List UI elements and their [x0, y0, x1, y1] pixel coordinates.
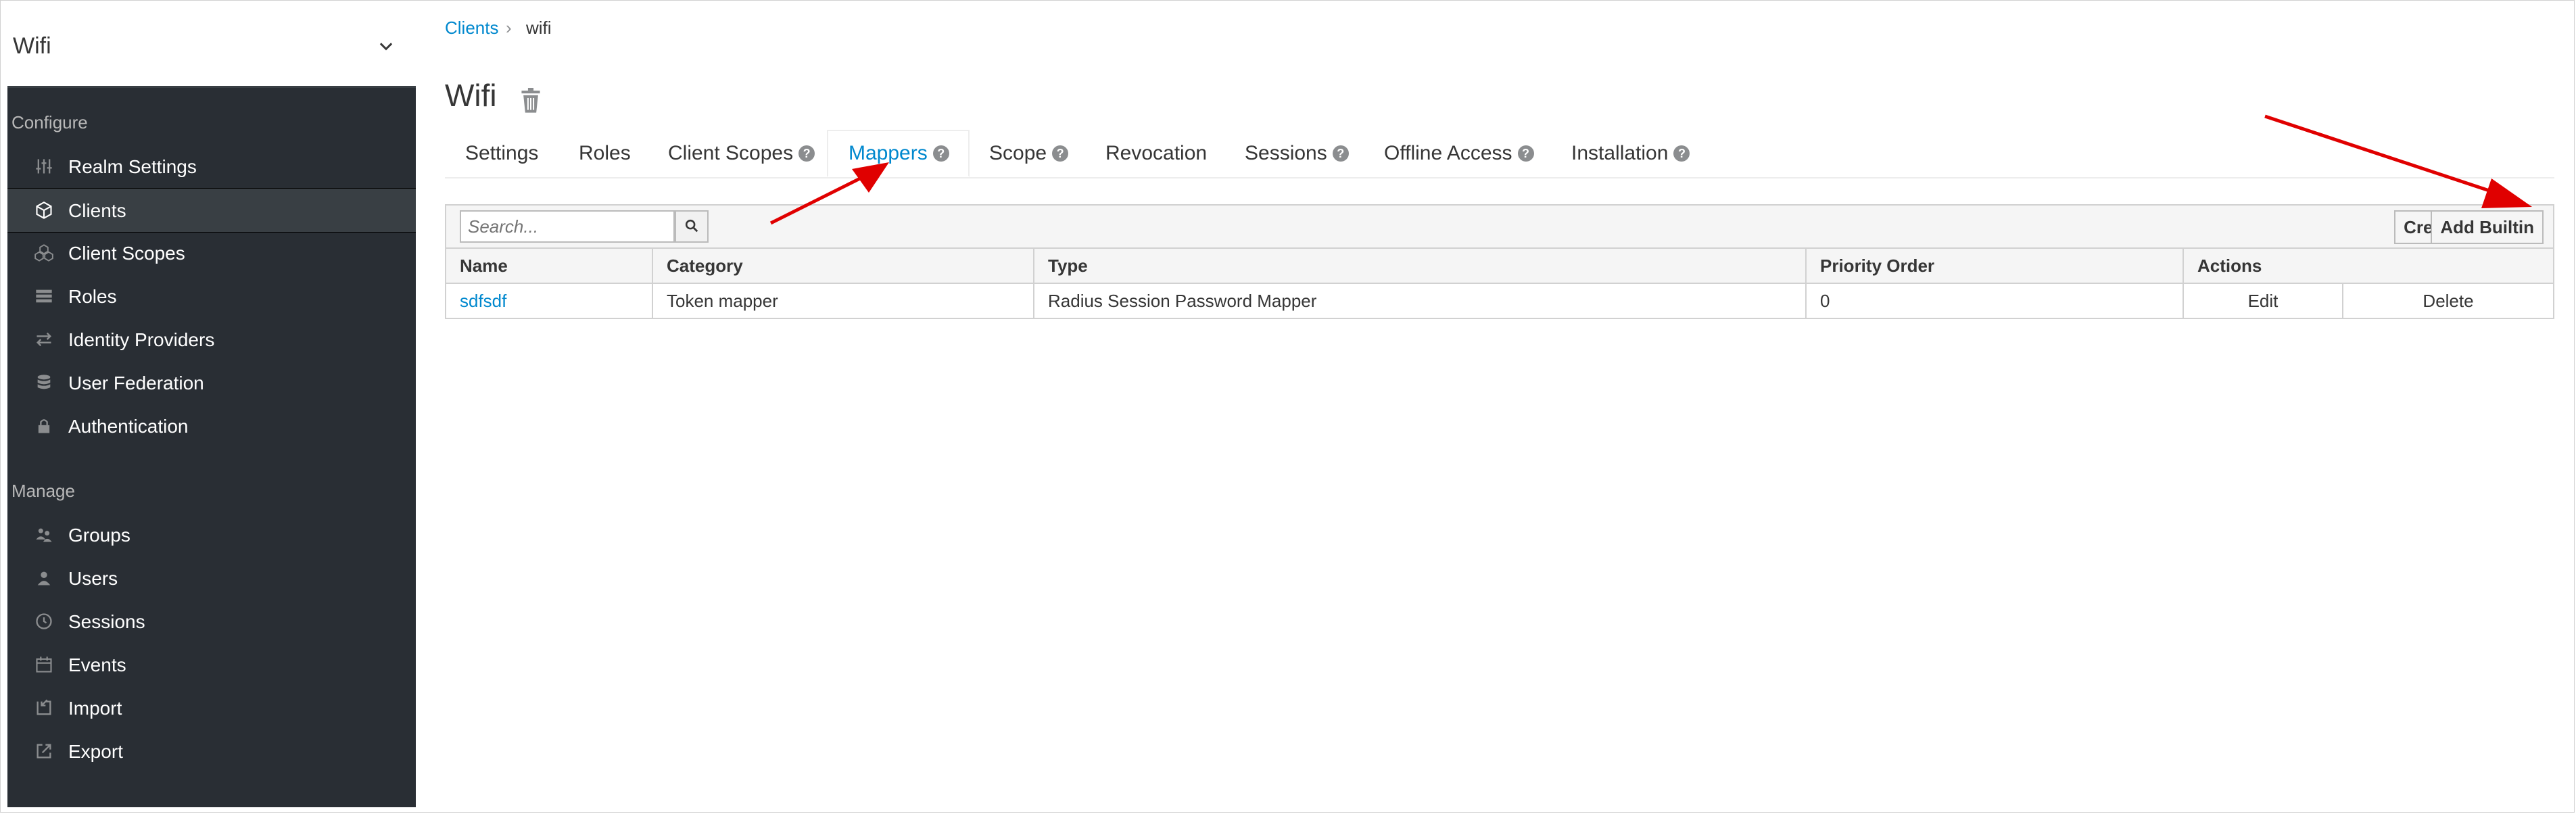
- delete-button[interactable]: Delete: [2342, 283, 2554, 319]
- sidebar-item-label: Clients: [68, 200, 126, 221]
- realm-name: Wifi: [13, 33, 51, 59]
- mapper-type: Radius Session Password Mapper: [1033, 283, 1807, 319]
- tab-offline-access[interactable]: Offline Access?: [1384, 130, 1534, 177]
- breadcrumb-current: wifi: [526, 18, 552, 38]
- table-row: sdfsdf Token mapper Radius Session Passw…: [445, 283, 2554, 319]
- column-header-name[interactable]: Name: [445, 247, 653, 284]
- help-icon[interactable]: ?: [1332, 145, 1349, 162]
- user-icon: [37, 571, 51, 585]
- exchange-icon: [37, 332, 51, 347]
- sidebar-item-events[interactable]: Events: [7, 643, 416, 686]
- help-icon[interactable]: ?: [798, 145, 815, 162]
- tab-client-scopes[interactable]: Client Scopes?: [668, 130, 815, 177]
- cubes-icon: [34, 244, 53, 262]
- tab-sessions[interactable]: Sessions?: [1245, 130, 1349, 177]
- sidebar-item-label: Groups: [68, 525, 130, 546]
- tab-installation[interactable]: Installation?: [1571, 130, 1690, 177]
- tab-mappers[interactable]: Mappers?: [827, 130, 970, 177]
- tab-label: Roles: [579, 142, 631, 164]
- sidebar-item-label: Export: [68, 741, 123, 762]
- tab-settings[interactable]: Settings: [465, 130, 538, 177]
- table-header-row: Name Category Type Priority Order Action…: [445, 247, 2554, 284]
- column-header-category[interactable]: Category: [652, 247, 1034, 284]
- sidebar-item-realm-settings[interactable]: Realm Settings: [7, 145, 416, 188]
- tab-scope[interactable]: Scope?: [989, 130, 1069, 177]
- column-header-type[interactable]: Type: [1033, 247, 1807, 284]
- help-icon[interactable]: ?: [932, 145, 949, 162]
- sidebar-item-label: Realm Settings: [68, 156, 197, 177]
- sidebar-item-user-federation[interactable]: User Federation: [7, 361, 416, 404]
- search-icon: [685, 219, 698, 233]
- section-configure: Configure: [11, 112, 88, 133]
- sidebar-item-label: Client Scopes: [68, 243, 185, 264]
- list-icon: [36, 289, 52, 303]
- sidebar-item-label: Authentication: [68, 416, 189, 437]
- tab-label: Settings: [465, 142, 539, 164]
- tab-bar: Settings Roles Client Scopes? Mappers? S…: [445, 130, 2554, 178]
- edit-button[interactable]: Edit: [2183, 283, 2343, 319]
- sidebar-item-label: Sessions: [68, 611, 145, 632]
- import-icon: [37, 699, 51, 715]
- breadcrumb-separator-icon: ›: [506, 18, 512, 38]
- search-button[interactable]: [675, 210, 709, 243]
- sidebar-item-users[interactable]: Users: [7, 556, 416, 600]
- sidebar-item-groups[interactable]: Groups: [7, 513, 416, 556]
- table-toolbar: Create Add Builtin: [445, 204, 2554, 249]
- tab-label: Scope: [989, 142, 1047, 164]
- chevron-down-icon: [379, 43, 393, 51]
- sidebar-item-authentication[interactable]: Authentication: [7, 404, 416, 448]
- help-icon[interactable]: ?: [1052, 145, 1069, 162]
- sliders-icon: [36, 159, 52, 174]
- database-icon: [37, 375, 51, 389]
- sidebar-item-identity-providers[interactable]: Identity Providers: [7, 318, 416, 361]
- tab-label: Client Scopes: [668, 142, 794, 164]
- sidebar-item-label: Users: [68, 568, 118, 589]
- column-header-priority-order[interactable]: Priority Order: [1805, 247, 2184, 284]
- sidebar-item-client-scopes[interactable]: Client Scopes: [7, 231, 416, 274]
- mapper-category: Token mapper: [652, 283, 1034, 319]
- tab-label: Sessions: [1245, 142, 1327, 164]
- sidebar-item-clients[interactable]: Clients: [7, 188, 416, 233]
- tab-label: Installation: [1571, 142, 1669, 164]
- tab-label: Offline Access: [1384, 142, 1512, 164]
- column-header-actions: Actions: [2183, 247, 2554, 284]
- sidebar-item-label: Roles: [68, 286, 117, 307]
- sidebar-item-label: Identity Providers: [68, 329, 215, 350]
- tab-roles[interactable]: Roles: [579, 130, 631, 177]
- cube-icon: [36, 201, 52, 219]
- mappers-table: Name Category Type Priority Order Action…: [445, 247, 2554, 319]
- page-title: Wifi: [445, 78, 497, 113]
- help-icon[interactable]: ?: [1517, 145, 1534, 162]
- mapper-name-link[interactable]: sdfsdf: [445, 283, 653, 319]
- tab-label: Revocation: [1105, 142, 1208, 164]
- users-icon: [36, 528, 52, 542]
- lock-icon: [38, 419, 50, 433]
- search-input[interactable]: [460, 210, 675, 243]
- help-icon[interactable]: ?: [1673, 145, 1690, 162]
- sidebar: Wifi Configure Realm Settings Clients Cl…: [7, 7, 416, 807]
- sidebar-item-label: Events: [68, 654, 126, 675]
- sidebar-item-export[interactable]: Export: [7, 729, 416, 773]
- mapper-priority: 0: [1805, 283, 2184, 319]
- sidebar-item-label: Import: [68, 698, 122, 719]
- trash-icon[interactable]: [519, 88, 542, 114]
- export-icon: [37, 744, 51, 759]
- add-builtin-button[interactable]: Add Builtin: [2431, 210, 2544, 244]
- calendar-icon: [36, 656, 52, 673]
- tab-label: Mappers: [849, 142, 928, 164]
- realm-selector[interactable]: Wifi: [7, 7, 416, 88]
- sidebar-item-import[interactable]: Import: [7, 686, 416, 729]
- breadcrumb-clients-link[interactable]: Clients: [445, 18, 498, 39]
- tab-revocation[interactable]: Revocation: [1105, 130, 1207, 177]
- clock-icon: [36, 613, 52, 629]
- section-manage: Manage: [11, 481, 75, 501]
- sidebar-item-sessions[interactable]: Sessions: [7, 600, 416, 643]
- sidebar-item-label: User Federation: [68, 373, 204, 393]
- sidebar-item-roles[interactable]: Roles: [7, 274, 416, 318]
